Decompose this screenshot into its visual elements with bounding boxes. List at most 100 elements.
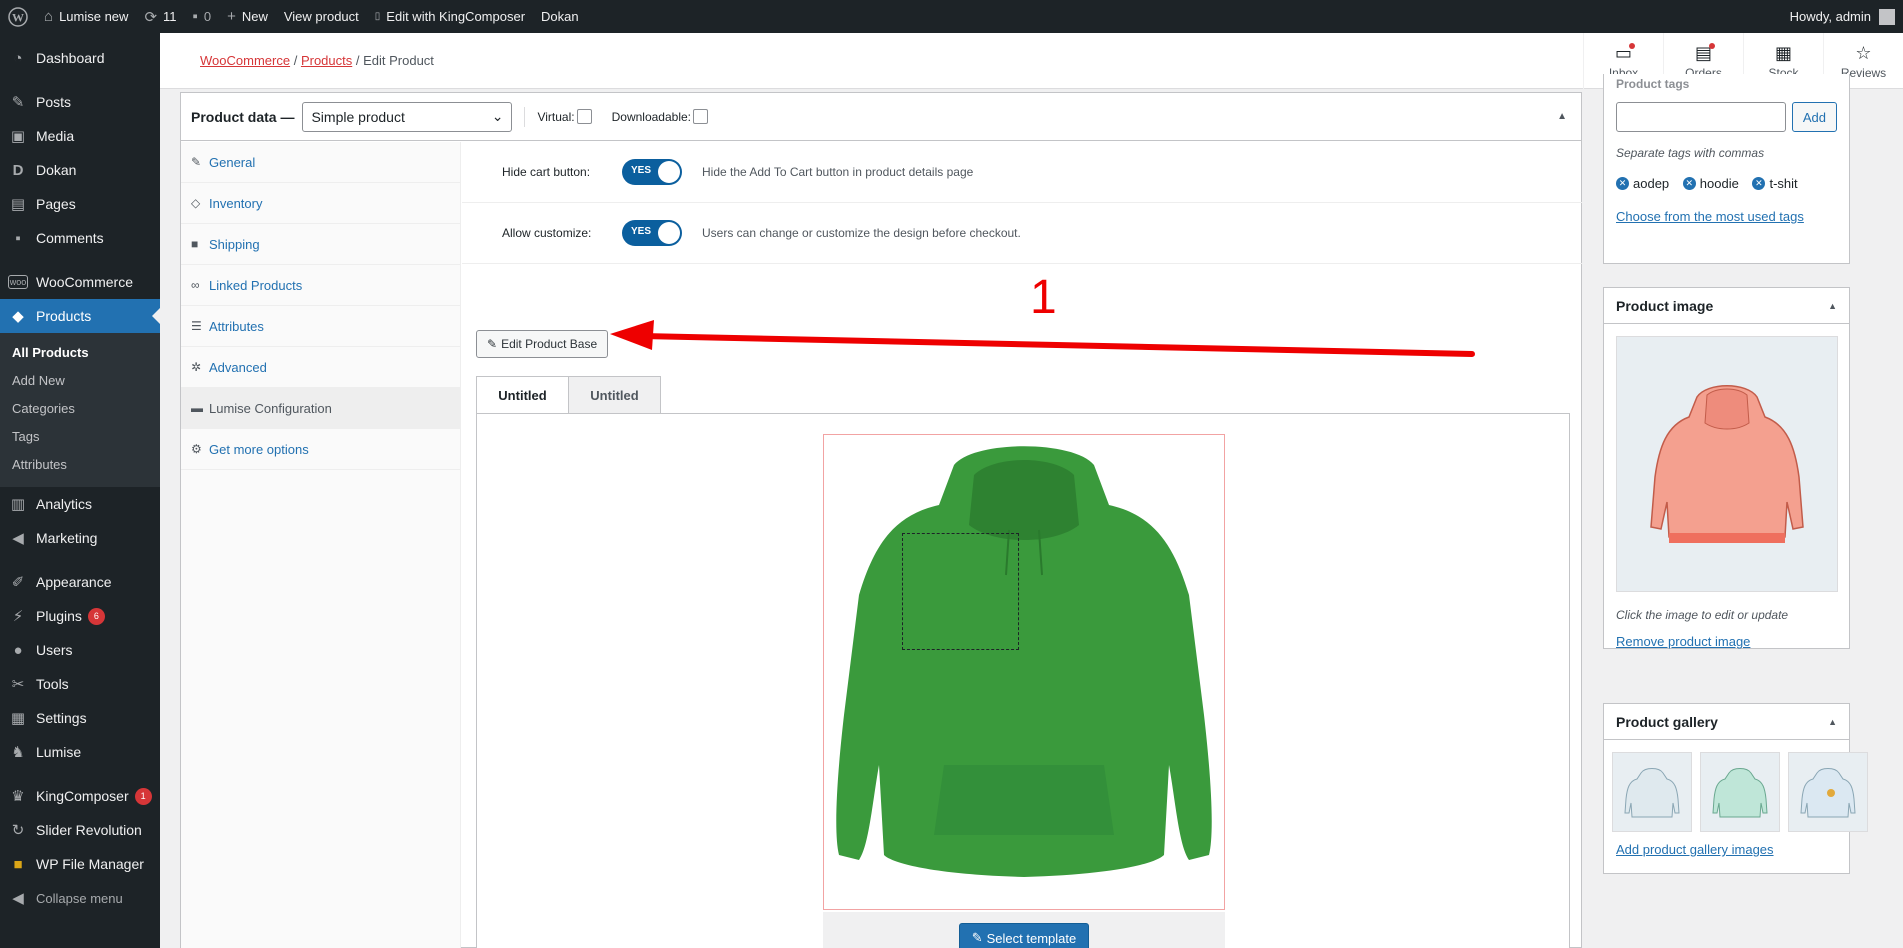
remove-tag-icon[interactable]: ✕: [1682, 177, 1696, 190]
tab-general[interactable]: ✎ General: [181, 142, 460, 183]
menu-woocommerce[interactable]: woo WooCommerce: [0, 265, 160, 299]
menu-media[interactable]: ▣ Media: [0, 119, 160, 153]
gallery-thumb-2[interactable]: [1700, 752, 1780, 832]
add-tag-button[interactable]: Add: [1791, 102, 1837, 132]
chart-icon: ▥: [10, 496, 26, 513]
product-canvas[interactable]: [823, 434, 1225, 910]
add-gallery-images-link[interactable]: Add product gallery images: [1616, 842, 1774, 857]
menu-marketing[interactable]: ◀ Marketing: [0, 521, 160, 555]
product-image-header[interactable]: Product image ▲: [1604, 288, 1849, 324]
hide-cart-toggle[interactable]: YES: [622, 159, 682, 185]
hoodie-thumb-icon: [1800, 768, 1856, 818]
tab-advanced[interactable]: ✲ Advanced: [181, 347, 460, 388]
remove-tag-icon[interactable]: ✕: [1752, 177, 1766, 190]
select-template-button[interactable]: ✎ Select template: [958, 923, 1090, 948]
choose-most-used-tags-link[interactable]: Choose from the most used tags: [1616, 209, 1804, 224]
menu-label: Appearance: [36, 574, 112, 590]
gallery-thumbs: [1604, 740, 1868, 832]
collapse-arrow-icon[interactable]: ▲: [1557, 111, 1567, 122]
downloadable-checkbox[interactable]: [693, 109, 708, 124]
edit-product-base-button[interactable]: ✎ Edit Product Base: [476, 330, 609, 358]
tab-attributes[interactable]: ☰ Attributes: [181, 306, 460, 347]
tab-shipping[interactable]: ■ Shipping: [181, 224, 460, 265]
print-area[interactable]: [902, 533, 1019, 650]
menu-kingcomposer[interactable]: ♛ KingComposer 1: [0, 779, 160, 813]
box-icon: ◆: [12, 308, 24, 325]
gallery-thumb-3[interactable]: [1788, 752, 1868, 832]
menu-pages[interactable]: ▤ Pages: [0, 187, 160, 221]
tab-label: Linked Products: [209, 277, 303, 293]
breadcrumb-products[interactable]: Products: [301, 53, 352, 68]
product-tags-header[interactable]: Product tags: [1604, 74, 1849, 94]
menu-products[interactable]: ◆ Products: [0, 299, 160, 333]
comments-link[interactable]: ▪ 0: [185, 0, 220, 33]
allow-customize-label: Allow customize:: [502, 226, 592, 240]
menu-slider-revolution[interactable]: ↻ Slider Revolution: [0, 813, 160, 847]
tab-linked-products[interactable]: ∞ Linked Products: [181, 265, 460, 306]
product-type-value: Simple product: [311, 108, 405, 125]
wordpress-logo-icon[interactable]: W: [0, 0, 36, 33]
allow-customize-toggle[interactable]: YES: [622, 220, 682, 246]
stage-tabs: Untitled Untitled: [476, 376, 661, 414]
collapse-arrow-icon[interactable]: ▲: [1828, 717, 1837, 727]
menu-tools[interactable]: ✂ Tools: [0, 667, 160, 701]
tab-get-more-options[interactable]: ⚙ Get more options: [181, 429, 460, 470]
submenu-add-new[interactable]: Add New: [0, 367, 160, 395]
tag-input[interactable]: [1616, 102, 1786, 132]
updates-link[interactable]: ⟳ 11: [136, 0, 184, 33]
remove-tag-icon[interactable]: ✕: [1616, 177, 1629, 190]
gallery-thumb-1[interactable]: [1612, 752, 1692, 832]
menu-settings[interactable]: ▦ Settings: [0, 701, 160, 735]
toggle-knob: [658, 222, 680, 244]
collapse-arrow-icon[interactable]: ▲: [1828, 301, 1837, 311]
edit-base-label: Edit Product Base: [501, 337, 598, 351]
product-gallery-header[interactable]: Product gallery ▲: [1604, 704, 1849, 740]
product-image-wrap: [1604, 324, 1849, 592]
menu-posts[interactable]: ✎ Posts: [0, 85, 160, 119]
menu-dokan[interactable]: D Dokan: [0, 153, 160, 187]
menu-label: Tools: [36, 676, 69, 692]
account-menu[interactable]: Howdy, admin: [1782, 0, 1903, 33]
annotation-arrow: [610, 320, 1475, 357]
stage-tab-2[interactable]: Untitled: [568, 376, 661, 414]
tab-inventory[interactable]: ◇ Inventory: [181, 183, 460, 224]
menu-appearance[interactable]: ✐ Appearance: [0, 565, 160, 599]
submenu-all-products[interactable]: All Products: [0, 339, 160, 367]
new-content-link[interactable]: + New: [219, 0, 276, 33]
menu-dashboard[interactable]: ◔ Dashboard: [0, 41, 160, 75]
submenu-categories[interactable]: Categories: [0, 395, 160, 423]
site-name-link[interactable]: ⌂ Lumise new: [36, 0, 136, 33]
tab-label: General: [209, 154, 256, 170]
product-type-select[interactable]: Simple product ⌄: [302, 101, 513, 132]
dokan-link[interactable]: Dokan: [533, 0, 587, 33]
edit-kingcomposer-link[interactable]: ▯ Edit with KingComposer: [367, 0, 533, 33]
product-image[interactable]: [1616, 336, 1838, 592]
stage-tab-1[interactable]: Untitled: [476, 376, 569, 414]
menu-collapse[interactable]: ◀ Collapse menu: [0, 881, 160, 915]
admin-sidebar: ◔ Dashboard ✎ Posts ▣ Media D Dokan ▤ Pages ▪…: [0, 33, 160, 948]
tab-lumise-configuration[interactable]: ▬ Lumise Configuration: [181, 388, 460, 429]
breadcrumb-woocommerce[interactable]: WooCommerce: [200, 53, 290, 68]
updates-count: 11: [163, 9, 177, 24]
remove-product-image-link[interactable]: Remove product image: [1616, 634, 1750, 649]
toggle-state: YES: [631, 165, 652, 176]
menu-plugins[interactable]: ⚡ Plugins 6: [0, 599, 160, 633]
menu-wp-file-manager[interactable]: ■ WP File Manager: [0, 847, 160, 881]
menu-lumise[interactable]: ♞ Lumise: [0, 735, 160, 769]
menu-label: Slider Revolution: [36, 822, 142, 838]
product-image-box: Product image ▲ Click the image to edit …: [1603, 287, 1850, 649]
menu-label: Collapse menu: [36, 890, 123, 906]
downloadable-label: Downloadable:: [611, 109, 691, 124]
list-icon: ☰: [191, 319, 202, 333]
menu-comments[interactable]: ▪ Comments: [0, 221, 160, 255]
megaphone-icon: ◀: [12, 530, 24, 547]
tag-label: t-shit: [1769, 176, 1798, 191]
menu-analytics[interactable]: ▥ Analytics: [0, 487, 160, 521]
submenu-tags[interactable]: Tags: [0, 423, 160, 451]
menu-users[interactable]: ● Users: [0, 633, 160, 667]
tab-label: Get more options: [209, 441, 309, 457]
view-product-link[interactable]: View product: [276, 0, 367, 33]
virtual-checkbox[interactable]: [576, 109, 592, 124]
submenu-attributes[interactable]: Attributes: [0, 451, 160, 479]
allow-customize-desc: Users can change or customize the design…: [702, 226, 1021, 240]
